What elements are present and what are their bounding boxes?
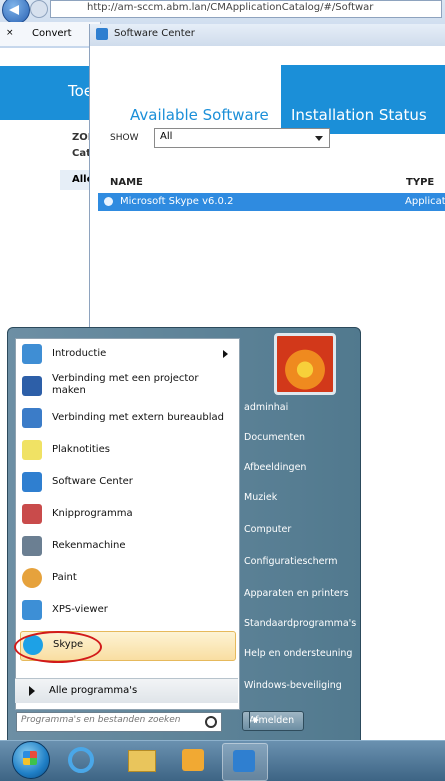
back-button[interactable] bbox=[2, 0, 30, 24]
menu-help-support[interactable]: Help en ondersteuning bbox=[244, 648, 352, 659]
folder-icon bbox=[128, 750, 156, 772]
tab-strip: Available Software Installation Status bbox=[90, 46, 445, 134]
software-center-icon bbox=[22, 472, 42, 492]
menu-windows-security[interactable]: Windows-beveiliging bbox=[244, 680, 342, 691]
menu-computer[interactable]: Computer bbox=[244, 524, 291, 535]
software-center-icon bbox=[96, 28, 108, 40]
window-titlebar: Software Center bbox=[90, 24, 445, 47]
column-header-name[interactable]: NAME bbox=[110, 177, 143, 188]
browser-tab[interactable]: × Convert bbox=[0, 22, 101, 46]
show-filter-select[interactable]: All bbox=[154, 128, 330, 148]
menu-devices-printers[interactable]: Apparaten en printers bbox=[244, 588, 349, 599]
taskbar-internet-explorer[interactable] bbox=[56, 743, 106, 779]
program-introductie[interactable]: Introductie bbox=[20, 341, 234, 369]
menu-music[interactable]: Muziek bbox=[244, 492, 277, 503]
tab-available-software[interactable]: Available Software bbox=[130, 106, 269, 124]
tab-installation-status[interactable]: Installation Status bbox=[281, 65, 445, 134]
program-software-center[interactable]: Software Center bbox=[20, 469, 234, 497]
address-bar[interactable]: http://am-sccm.abm.lan/CMApplicationCata… bbox=[50, 0, 442, 18]
start-search-field[interactable] bbox=[16, 712, 222, 732]
remote-desktop-icon bbox=[22, 408, 42, 428]
logoff-button[interactable]: Afmelden bbox=[242, 711, 304, 731]
search-input[interactable] bbox=[21, 715, 191, 725]
chevron-right-icon[interactable] bbox=[249, 712, 264, 728]
search-icon bbox=[205, 716, 217, 728]
outlook-icon bbox=[182, 749, 204, 771]
taskbar-windows-explorer[interactable] bbox=[116, 743, 166, 779]
chevron-right-icon bbox=[29, 686, 35, 696]
menu-control-panel[interactable]: Configuratiescherm bbox=[244, 556, 337, 567]
program-snipping-tool[interactable]: Knipprogramma bbox=[20, 501, 234, 529]
software-center-icon bbox=[233, 750, 255, 772]
start-orb[interactable] bbox=[12, 741, 50, 779]
program-xps-viewer[interactable]: XPS-viewer bbox=[20, 597, 234, 625]
taskbar-outlook[interactable] bbox=[170, 743, 220, 779]
menu-default-programs[interactable]: Standaardprogramma's bbox=[244, 618, 356, 629]
chevron-right-icon bbox=[223, 350, 228, 358]
program-projector[interactable]: Verbinding met een projector maken bbox=[20, 373, 234, 401]
forward-button[interactable] bbox=[30, 0, 48, 18]
program-sticky-notes[interactable]: Plaknotities bbox=[20, 437, 234, 465]
web-header: Toe bbox=[0, 66, 100, 120]
show-label: SHOW bbox=[110, 133, 139, 143]
calculator-icon bbox=[22, 536, 42, 556]
taskbar-software-center[interactable] bbox=[222, 743, 268, 781]
menu-documents[interactable]: Documenten bbox=[244, 432, 305, 443]
all-programs-button[interactable]: Alle programma's bbox=[15, 678, 238, 703]
program-calculator[interactable]: Rekenmachine bbox=[20, 533, 234, 561]
internet-explorer-icon bbox=[68, 747, 94, 773]
menu-pictures[interactable]: Afbeeldingen bbox=[244, 462, 306, 473]
skype-icon bbox=[104, 197, 113, 206]
snipping-tool-icon bbox=[22, 504, 42, 524]
menu-user[interactable]: adminhai bbox=[244, 402, 288, 413]
user-picture bbox=[274, 333, 336, 395]
column-header-type[interactable]: TYPE bbox=[406, 177, 434, 188]
taskbar bbox=[0, 740, 445, 781]
program-remote-desktop[interactable]: Verbinding met extern bureaublad bbox=[20, 405, 234, 433]
paint-icon bbox=[22, 568, 42, 588]
projector-icon bbox=[22, 376, 42, 396]
annotation-circle bbox=[14, 631, 102, 663]
close-icon[interactable]: × bbox=[6, 28, 14, 38]
program-paint[interactable]: Paint bbox=[20, 565, 234, 593]
start-menu: Introductie Verbinding met een projector… bbox=[7, 327, 361, 741]
xps-viewer-icon bbox=[22, 600, 42, 620]
sticky-notes-icon bbox=[22, 440, 42, 460]
introduction-icon bbox=[22, 344, 42, 364]
table-row[interactable]: Microsoft Skype v6.0.2 Applicat bbox=[98, 193, 445, 211]
